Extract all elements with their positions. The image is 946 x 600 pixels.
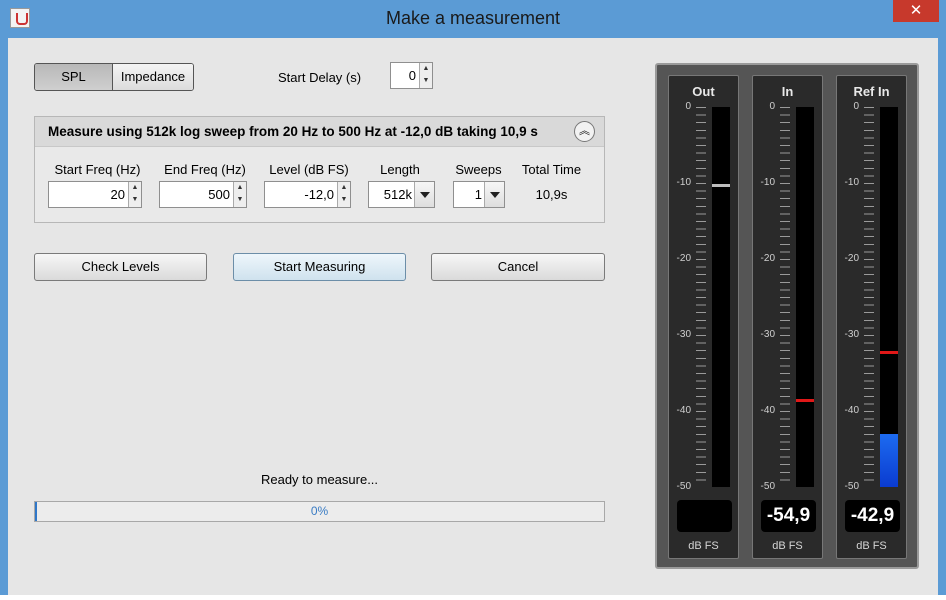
sweeps-label: Sweeps — [455, 162, 502, 177]
sweeps-value: 1 — [474, 187, 482, 202]
dialog-content: SPL Impedance Start Delay (s) 0 ▲ ▼ Measu… — [8, 38, 938, 595]
length-value: 512k — [383, 187, 412, 202]
ref-in-peak-marker — [880, 351, 898, 355]
end-freq-value: 500 — [208, 187, 230, 202]
meter-scale-label: 0 — [685, 101, 691, 112]
start-freq-spinner[interactable]: 20 ▲ ▼ — [48, 181, 142, 208]
spinner-down-icon[interactable]: ▼ — [234, 194, 246, 206]
ref-in-meter-bar — [880, 107, 898, 487]
meter-scale-label: -30 — [676, 329, 691, 340]
spinner-down-icon[interactable]: ▼ — [338, 194, 350, 206]
end-freq-label: End Freq (Hz) — [164, 162, 246, 177]
start-freq-label: Start Freq (Hz) — [54, 162, 141, 177]
meter-ticks — [780, 107, 790, 487]
measurement-settings-panel: Measure using 512k log sweep from 20 Hz … — [34, 116, 605, 223]
ref-in-unit-label: dB FS — [856, 540, 887, 552]
in-meter: In -54,9 dB FS 0 -10 -20 -30 -40 -50 — [752, 75, 823, 559]
total-time-label: Total Time — [521, 162, 582, 177]
in-meter-bar — [796, 107, 814, 487]
chevron-down-icon[interactable] — [484, 182, 504, 207]
progress-text: 0% — [310, 504, 329, 518]
ref-in-level-fill — [880, 433, 898, 487]
start-measuring-button[interactable]: Start Measuring — [233, 253, 406, 281]
spinner-down-icon[interactable]: ▼ — [420, 75, 432, 87]
out-readout — [677, 500, 732, 532]
chevron-down-icon[interactable] — [414, 182, 434, 207]
meter-scale-label: -30 — [760, 329, 775, 340]
meter-ticks — [864, 107, 874, 487]
spinner-up-icon[interactable]: ▲ — [129, 182, 141, 194]
start-delay-spinner[interactable]: 0 ▲ ▼ — [390, 62, 433, 89]
level-meters-panel: Out dB FS 0 -10 -20 -30 -40 -50 In -54,9 dB F… — [655, 63, 919, 569]
out-meter-label: Out — [692, 84, 715, 99]
level-label: Level (dB FS) — [269, 162, 349, 177]
close-button[interactable]: ✕ — [893, 0, 939, 22]
spinner-arrows[interactable]: ▲ ▼ — [233, 182, 246, 207]
in-unit-label: dB FS — [772, 540, 803, 552]
out-meter: Out dB FS 0 -10 -20 -30 -40 -50 — [668, 75, 739, 559]
meter-scale-label: -50 — [676, 481, 691, 492]
window-title: Make a measurement — [385, 8, 561, 28]
length-dropdown[interactable]: 512k — [368, 181, 435, 208]
in-readout: -54,9 — [761, 500, 816, 532]
spl-mode-button[interactable]: SPL — [35, 64, 113, 90]
in-peak-marker — [796, 398, 814, 402]
meter-scale-label: -10 — [676, 177, 691, 188]
check-levels-button[interactable]: Check Levels — [34, 253, 207, 281]
meter-scale-label: -40 — [676, 405, 691, 416]
collapse-chevron-icon[interactable]: ︽ — [574, 121, 595, 142]
end-freq-spinner[interactable]: 500 ▲ ▼ — [159, 181, 247, 208]
spinner-up-icon[interactable]: ▲ — [420, 63, 432, 75]
meter-scale-label: -50 — [760, 481, 775, 492]
measurement-window: Make a measurement ✕ SPL Impedance Start… — [0, 0, 946, 600]
meter-scale-label: -40 — [760, 405, 775, 416]
meter-scale-label: -20 — [844, 253, 859, 264]
level-value: -12,0 — [304, 187, 334, 202]
meter-scale-label: -40 — [844, 405, 859, 416]
length-label: Length — [380, 162, 420, 177]
progress-bar: 0% — [34, 501, 605, 522]
meter-scale-label: -30 — [844, 329, 859, 340]
ref-in-meter-label: Ref In — [853, 84, 890, 99]
start-delay-value: 0 — [408, 68, 416, 83]
out-unit-label: dB FS — [688, 540, 719, 552]
start-delay-label: Start Delay (s) — [278, 70, 362, 85]
spinner-up-icon[interactable]: ▲ — [338, 182, 350, 194]
meter-ticks — [696, 107, 706, 487]
out-peak-marker — [712, 183, 730, 187]
in-meter-label: In — [781, 84, 794, 99]
meter-scale-label: -10 — [844, 177, 859, 188]
spinner-up-icon[interactable]: ▲ — [234, 182, 246, 194]
ref-in-meter: Ref In -42,9 dB FS 0 -10 -20 -30 -40 -50 — [836, 75, 907, 559]
status-text: Ready to measure... — [260, 472, 379, 487]
title-bar: Make a measurement ✕ — [0, 0, 946, 38]
spinner-down-icon[interactable]: ▼ — [129, 194, 141, 206]
level-spinner[interactable]: -12,0 ▲ ▼ — [264, 181, 351, 208]
bottom-strip — [0, 595, 946, 600]
meter-scale-label: -10 — [760, 177, 775, 188]
meter-scale-label: -20 — [676, 253, 691, 264]
meter-scale-label: 0 — [769, 101, 775, 112]
ref-in-readout: -42,9 — [845, 500, 900, 532]
sweeps-dropdown[interactable]: 1 — [453, 181, 505, 208]
meter-scale-label: -50 — [844, 481, 859, 492]
meter-scale-label: 0 — [853, 101, 859, 112]
settings-summary: Measure using 512k log sweep from 20 Hz … — [48, 124, 538, 139]
cancel-button[interactable]: Cancel — [431, 253, 605, 281]
impedance-mode-button[interactable]: Impedance — [113, 64, 193, 90]
mode-selector: SPL Impedance — [34, 63, 194, 91]
start-freq-value: 20 — [110, 187, 125, 202]
settings-panel-header: Measure using 512k log sweep from 20 Hz … — [35, 117, 604, 147]
spinner-arrows[interactable]: ▲ ▼ — [337, 182, 350, 207]
out-meter-bar — [712, 107, 730, 487]
spinner-arrows[interactable]: ▲ ▼ — [128, 182, 141, 207]
total-time-value: 10,9s — [535, 187, 568, 202]
spinner-arrows[interactable]: ▲ ▼ — [419, 63, 432, 88]
meter-scale-label: -20 — [760, 253, 775, 264]
